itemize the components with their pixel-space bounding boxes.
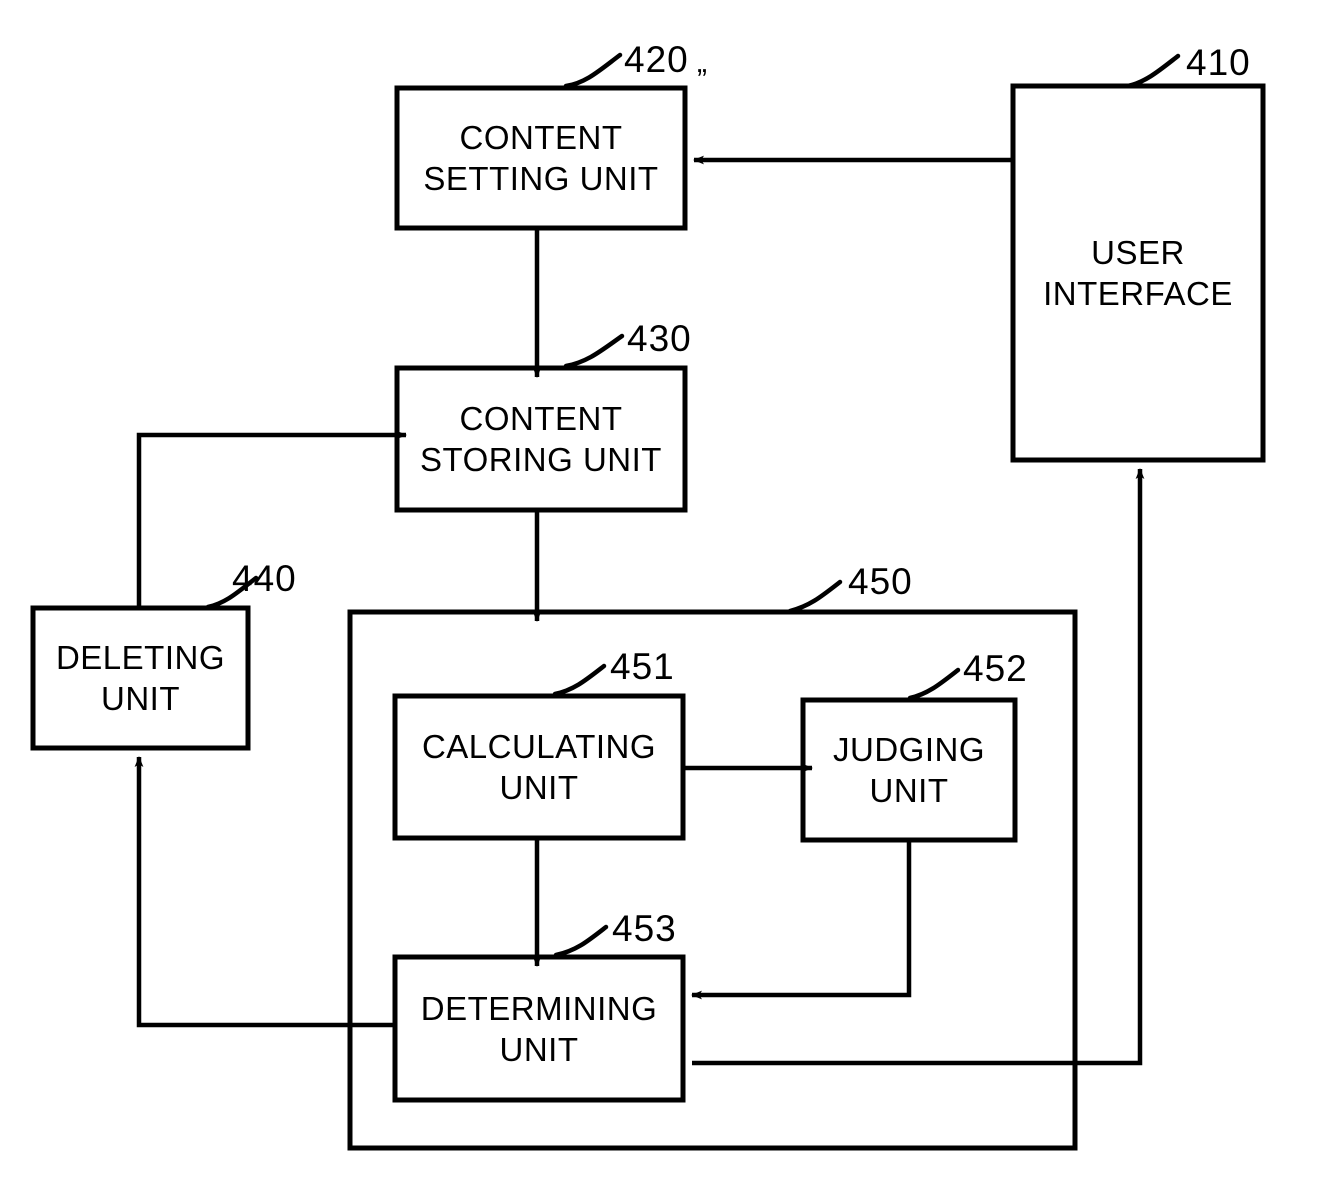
block-453-rect: [392, 954, 686, 1103]
ref-numeral-410: 410: [1186, 42, 1251, 83]
leader-420: [563, 52, 623, 89]
block-452-rect: [800, 697, 1018, 843]
connector-452-to-453: [691, 840, 912, 1000]
ref-numeral-452: 452: [963, 648, 1028, 689]
diagram-canvas: [30, 52, 1266, 1151]
ref-numeral-430: 430: [627, 318, 692, 359]
connector-453-to-440: [134, 756, 395, 1028]
leader-450: [787, 579, 843, 614]
ref-numeral-453: 453: [612, 908, 677, 949]
block-420-rect: [394, 85, 688, 231]
block-451-rect: [392, 693, 686, 841]
leader-451: [552, 663, 607, 697]
leader-453: [553, 924, 609, 958]
ref-numeral-450: 450: [848, 561, 913, 602]
block-410-rect: [1010, 83, 1266, 463]
block-450-rect: [347, 609, 1078, 1151]
leader-410: [1125, 53, 1181, 89]
ref-numeral-451: 451: [610, 646, 675, 687]
stray-mark: „: [697, 46, 707, 79]
patent-block-diagram: CONTENT SETTING UNIT CONTENT STORING UNI…: [0, 0, 1328, 1198]
ref-numeral-420: 420: [624, 39, 689, 80]
leader-452: [907, 667, 961, 701]
block-430-rect: [394, 365, 688, 513]
leader-430: [563, 333, 625, 369]
ref-numeral-440: 440: [232, 558, 297, 599]
block-440-rect: [30, 605, 251, 751]
